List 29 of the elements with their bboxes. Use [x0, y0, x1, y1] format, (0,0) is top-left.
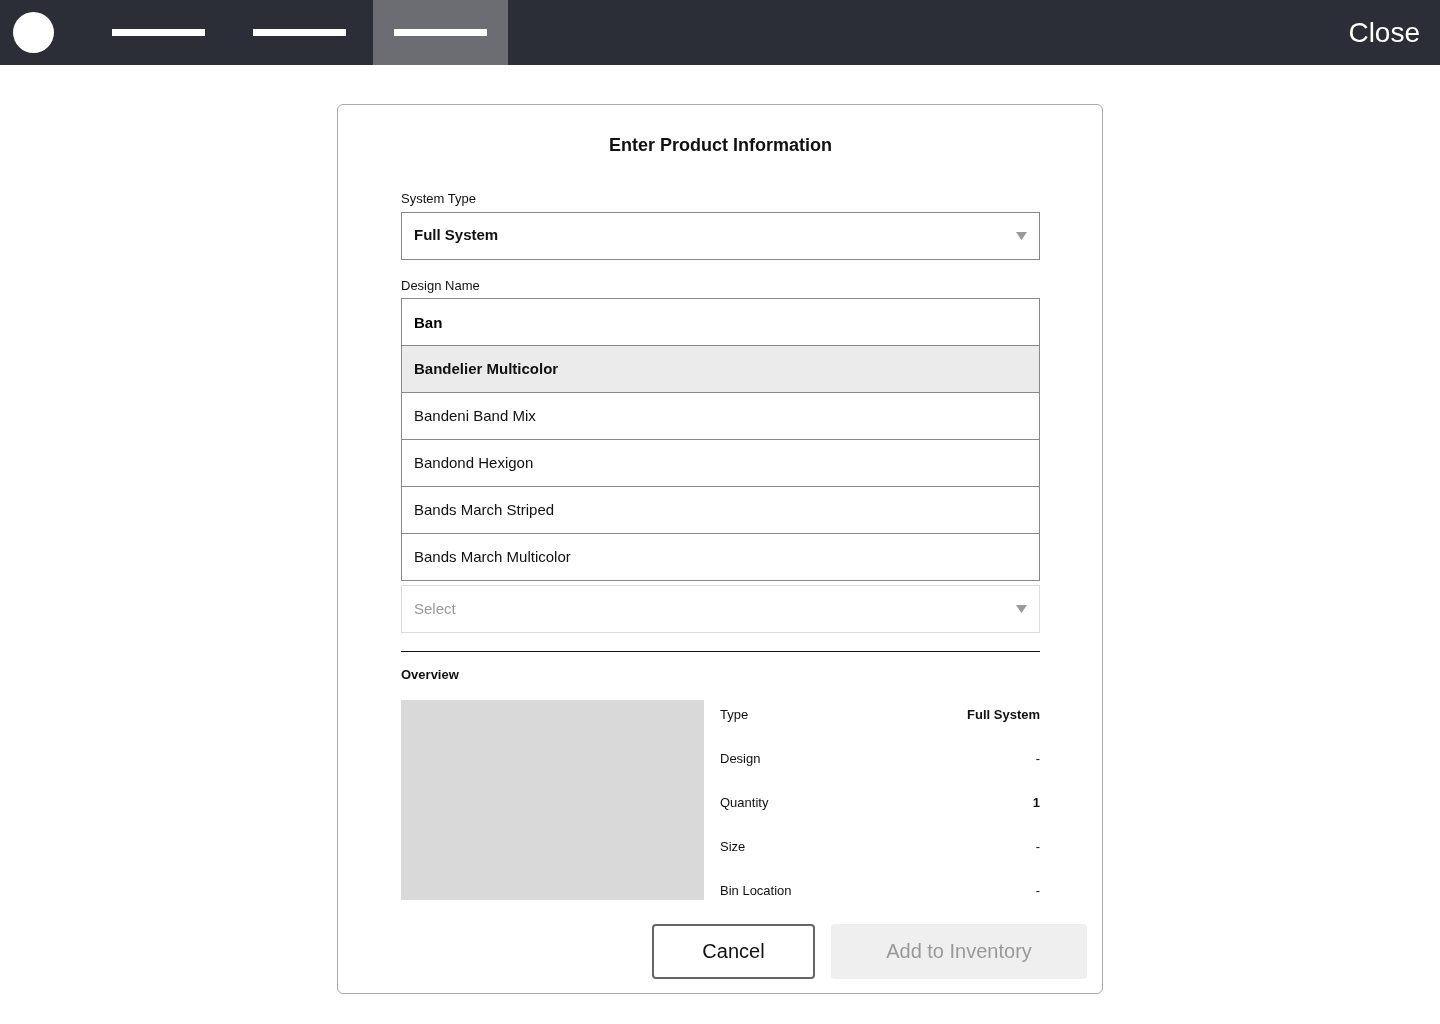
detail-label: Quantity: [720, 793, 769, 812]
placeholder-bar-icon: [253, 29, 346, 36]
detail-value: -: [1035, 749, 1040, 768]
close-link[interactable]: Close: [1348, 11, 1420, 54]
section-heading: Overview: [401, 666, 460, 684]
suggestion-item[interactable]: Bands March Striped: [401, 487, 1040, 534]
detail-value: 1: [1032, 793, 1040, 812]
detail-value: -: [1035, 837, 1040, 856]
caret-icon: [1016, 231, 1027, 240]
cancel-button[interactable]: Cancel: [652, 923, 815, 979]
detail-label: Type: [720, 705, 749, 724]
system-type-select[interactable]: Full System: [401, 211, 1040, 260]
suggestion-item[interactable]: Bandeni Band Mix: [401, 393, 1040, 440]
caret-icon: [1016, 605, 1027, 613]
detail-label: Bin Location: [720, 881, 792, 900]
detail-value: Full System: [967, 705, 1040, 724]
detail-value: -: [1035, 881, 1040, 900]
suggestion-item[interactable]: Bands March Multicolor: [401, 534, 1040, 581]
detail-label: Design: [720, 749, 761, 768]
logo-icon[interactable]: [13, 12, 54, 53]
field-label: Design Name: [401, 276, 481, 295]
suggestion-item[interactable]: Bandond Hexigon: [401, 440, 1040, 487]
detail-label: Size: [720, 837, 746, 856]
design-name-input[interactable]: Ban: [401, 298, 1040, 346]
field-label: System Type: [401, 190, 477, 208]
placeholder-bar-icon: [394, 29, 487, 36]
form-title: Enter Product Information: [608, 134, 833, 157]
suggestion-item[interactable]: Bandelier Multicolor: [401, 346, 1040, 393]
placeholder-bar-icon: [112, 29, 205, 36]
